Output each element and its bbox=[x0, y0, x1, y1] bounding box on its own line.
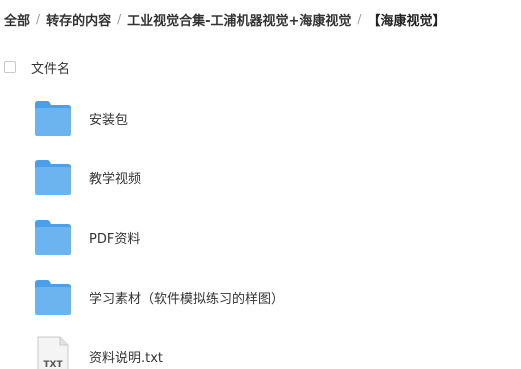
folder-icon bbox=[35, 160, 71, 195]
file-browser: 全部 / 转存的内容 / 工业视觉合集-工浦机器视觉+海康视觉 / 【海康视觉】… bbox=[0, 0, 521, 369]
file-name[interactable]: 资料说明.txt bbox=[89, 347, 163, 366]
folder-icon bbox=[35, 220, 71, 255]
txt-icon-label: TXT bbox=[43, 360, 63, 369]
folder-icon bbox=[35, 101, 71, 136]
select-all-checkbox[interactable] bbox=[4, 61, 16, 73]
file-name[interactable]: PDF资料 bbox=[89, 228, 140, 247]
folder-icon bbox=[35, 280, 71, 315]
list-item[interactable]: TXT 资料说明.txt bbox=[35, 336, 163, 369]
list-header: 文件名 bbox=[4, 58, 70, 77]
list-item[interactable]: PDF资料 bbox=[35, 217, 140, 257]
list-item[interactable]: 教学视频 bbox=[35, 157, 141, 197]
breadcrumb-separator: / bbox=[117, 12, 122, 26]
list-item[interactable]: 学习素材（软件模拟练习的样图） bbox=[35, 277, 284, 317]
file-name[interactable]: 安装包 bbox=[89, 109, 128, 128]
breadcrumb: 全部 / 转存的内容 / 工业视觉合集-工浦机器视觉+海康视觉 / 【海康视觉】 bbox=[4, 10, 446, 29]
breadcrumb-separator: / bbox=[36, 12, 41, 26]
file-name[interactable]: 教学视频 bbox=[89, 168, 141, 187]
breadcrumb-separator: / bbox=[357, 12, 362, 26]
txt-file-icon: TXT bbox=[37, 336, 69, 369]
file-name[interactable]: 学习素材（软件模拟练习的样图） bbox=[89, 288, 284, 307]
breadcrumb-item-all[interactable]: 全部 bbox=[4, 10, 30, 29]
breadcrumb-item-current: 【海康视觉】 bbox=[367, 13, 446, 29]
list-item[interactable]: 安装包 bbox=[35, 98, 128, 138]
column-header-filename[interactable]: 文件名 bbox=[31, 58, 70, 77]
breadcrumb-item-collection[interactable]: 工业视觉合集-工浦机器视觉+海康视觉 bbox=[127, 10, 351, 29]
breadcrumb-item-saved-content[interactable]: 转存的内容 bbox=[46, 10, 111, 29]
